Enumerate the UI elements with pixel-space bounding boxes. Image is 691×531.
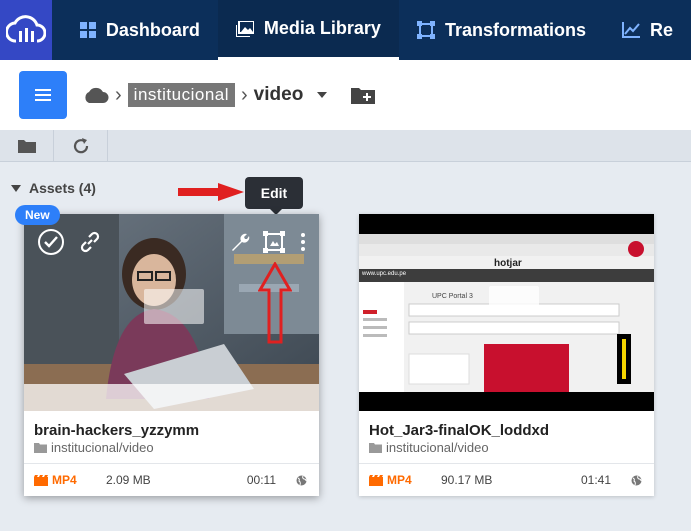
toolbar bbox=[0, 129, 691, 162]
folder-icon bbox=[369, 442, 382, 453]
nav-reports-label: Re bbox=[649, 19, 673, 40]
asset-card[interactable]: hotjar www.upc.edu.pe UPC Portal 3 Hot_J… bbox=[359, 214, 654, 496]
asset-thumbnail[interactable]: hotjar www.upc.edu.pe UPC Portal 3 bbox=[359, 214, 654, 411]
breadcrumb-folder[interactable]: institucional bbox=[127, 83, 235, 107]
breadcrumb: › institucional › video bbox=[0, 60, 691, 130]
asset-path-label: institucional/video bbox=[51, 440, 154, 455]
edit-icon[interactable] bbox=[262, 230, 286, 254]
top-nav: Dashboard Media Library Transformations … bbox=[0, 0, 691, 60]
edit-tooltip-label: Edit bbox=[260, 185, 288, 201]
format-badge: MP4 bbox=[34, 473, 104, 487]
asset-path[interactable]: institucional/video bbox=[369, 440, 489, 455]
transformations-icon bbox=[416, 21, 435, 39]
collapse-caret-icon bbox=[11, 184, 21, 192]
public-globe-icon bbox=[296, 475, 307, 486]
thumb-site-label: www.upc.edu.pe bbox=[362, 271, 407, 277]
asset-path-label: institucional/video bbox=[386, 440, 489, 455]
more-options-icon[interactable] bbox=[296, 230, 310, 254]
wrench-icon[interactable] bbox=[228, 230, 252, 254]
annotation-arrow-right bbox=[178, 183, 244, 201]
format-label: MP4 bbox=[387, 473, 412, 487]
hamburger-icon bbox=[35, 89, 51, 101]
folder-icon bbox=[17, 139, 36, 153]
nav-media-library-label: Media Library bbox=[263, 18, 381, 38]
public-globe-icon bbox=[631, 475, 642, 486]
cloud-logo-icon bbox=[5, 15, 46, 43]
dashboard-icon bbox=[79, 22, 96, 38]
nav-transformations-label: Transformations bbox=[444, 19, 586, 40]
nav-reports[interactable]: Re bbox=[604, 0, 691, 60]
refresh-button[interactable] bbox=[54, 129, 108, 162]
asset-title[interactable]: brain-hackers_yzzymm bbox=[34, 422, 199, 439]
refresh-icon bbox=[73, 137, 88, 153]
thumb-heading-label: UPC Portal 3 bbox=[432, 293, 473, 300]
file-size: 2.09 MB bbox=[106, 473, 151, 487]
new-badge: New bbox=[15, 205, 60, 225]
duration: 00:11 bbox=[246, 473, 276, 487]
cloudinary-logo[interactable] bbox=[0, 0, 52, 60]
reports-icon bbox=[621, 22, 640, 38]
nav-transformations[interactable]: Transformations bbox=[399, 0, 604, 60]
asset-title[interactable]: Hot_Jar3-finalOK_loddxd bbox=[369, 422, 549, 439]
folder-view-button[interactable] bbox=[0, 129, 54, 162]
asset-footer: MP4 90.17 MB 01:41 bbox=[359, 463, 654, 496]
nav-dashboard[interactable]: Dashboard bbox=[52, 0, 218, 60]
thumbnail-image bbox=[359, 214, 654, 411]
annotation-arrow-up bbox=[258, 262, 292, 344]
chevron-down-icon[interactable] bbox=[317, 92, 328, 98]
copy-link-icon[interactable] bbox=[78, 230, 102, 254]
format-badge: MP4 bbox=[369, 473, 439, 487]
cloud-icon[interactable] bbox=[83, 86, 109, 104]
edit-tooltip: Edit bbox=[245, 177, 303, 215]
chevron-right-icon: › bbox=[241, 83, 248, 106]
thumb-brand-label: hotjar bbox=[494, 258, 522, 269]
nav-dashboard-label: Dashboard bbox=[105, 19, 200, 40]
select-check-icon[interactable] bbox=[38, 229, 64, 255]
asset-path[interactable]: institucional/video bbox=[34, 440, 154, 455]
menu-button[interactable] bbox=[19, 71, 67, 119]
assets-header-label: Assets (4) bbox=[29, 180, 96, 196]
asset-footer: MP4 2.09 MB 00:11 bbox=[24, 463, 319, 496]
format-label: MP4 bbox=[52, 473, 77, 487]
file-size: 90.17 MB bbox=[441, 473, 493, 487]
media-library-icon bbox=[235, 20, 254, 37]
nav-media-library[interactable]: Media Library bbox=[217, 0, 399, 60]
add-folder-icon[interactable] bbox=[351, 86, 376, 104]
folder-icon bbox=[34, 442, 47, 453]
assets-header[interactable]: Assets (4) bbox=[11, 180, 96, 196]
video-icon bbox=[369, 474, 383, 486]
duration: 01:41 bbox=[580, 473, 611, 487]
breadcrumb-current[interactable]: video bbox=[254, 84, 304, 106]
chevron-right-icon: › bbox=[115, 83, 122, 106]
asset-card[interactable]: brain-hackers_yzzymm institucional/video… bbox=[24, 214, 319, 496]
asset-thumbnail[interactable] bbox=[24, 214, 319, 411]
video-icon bbox=[34, 474, 48, 486]
